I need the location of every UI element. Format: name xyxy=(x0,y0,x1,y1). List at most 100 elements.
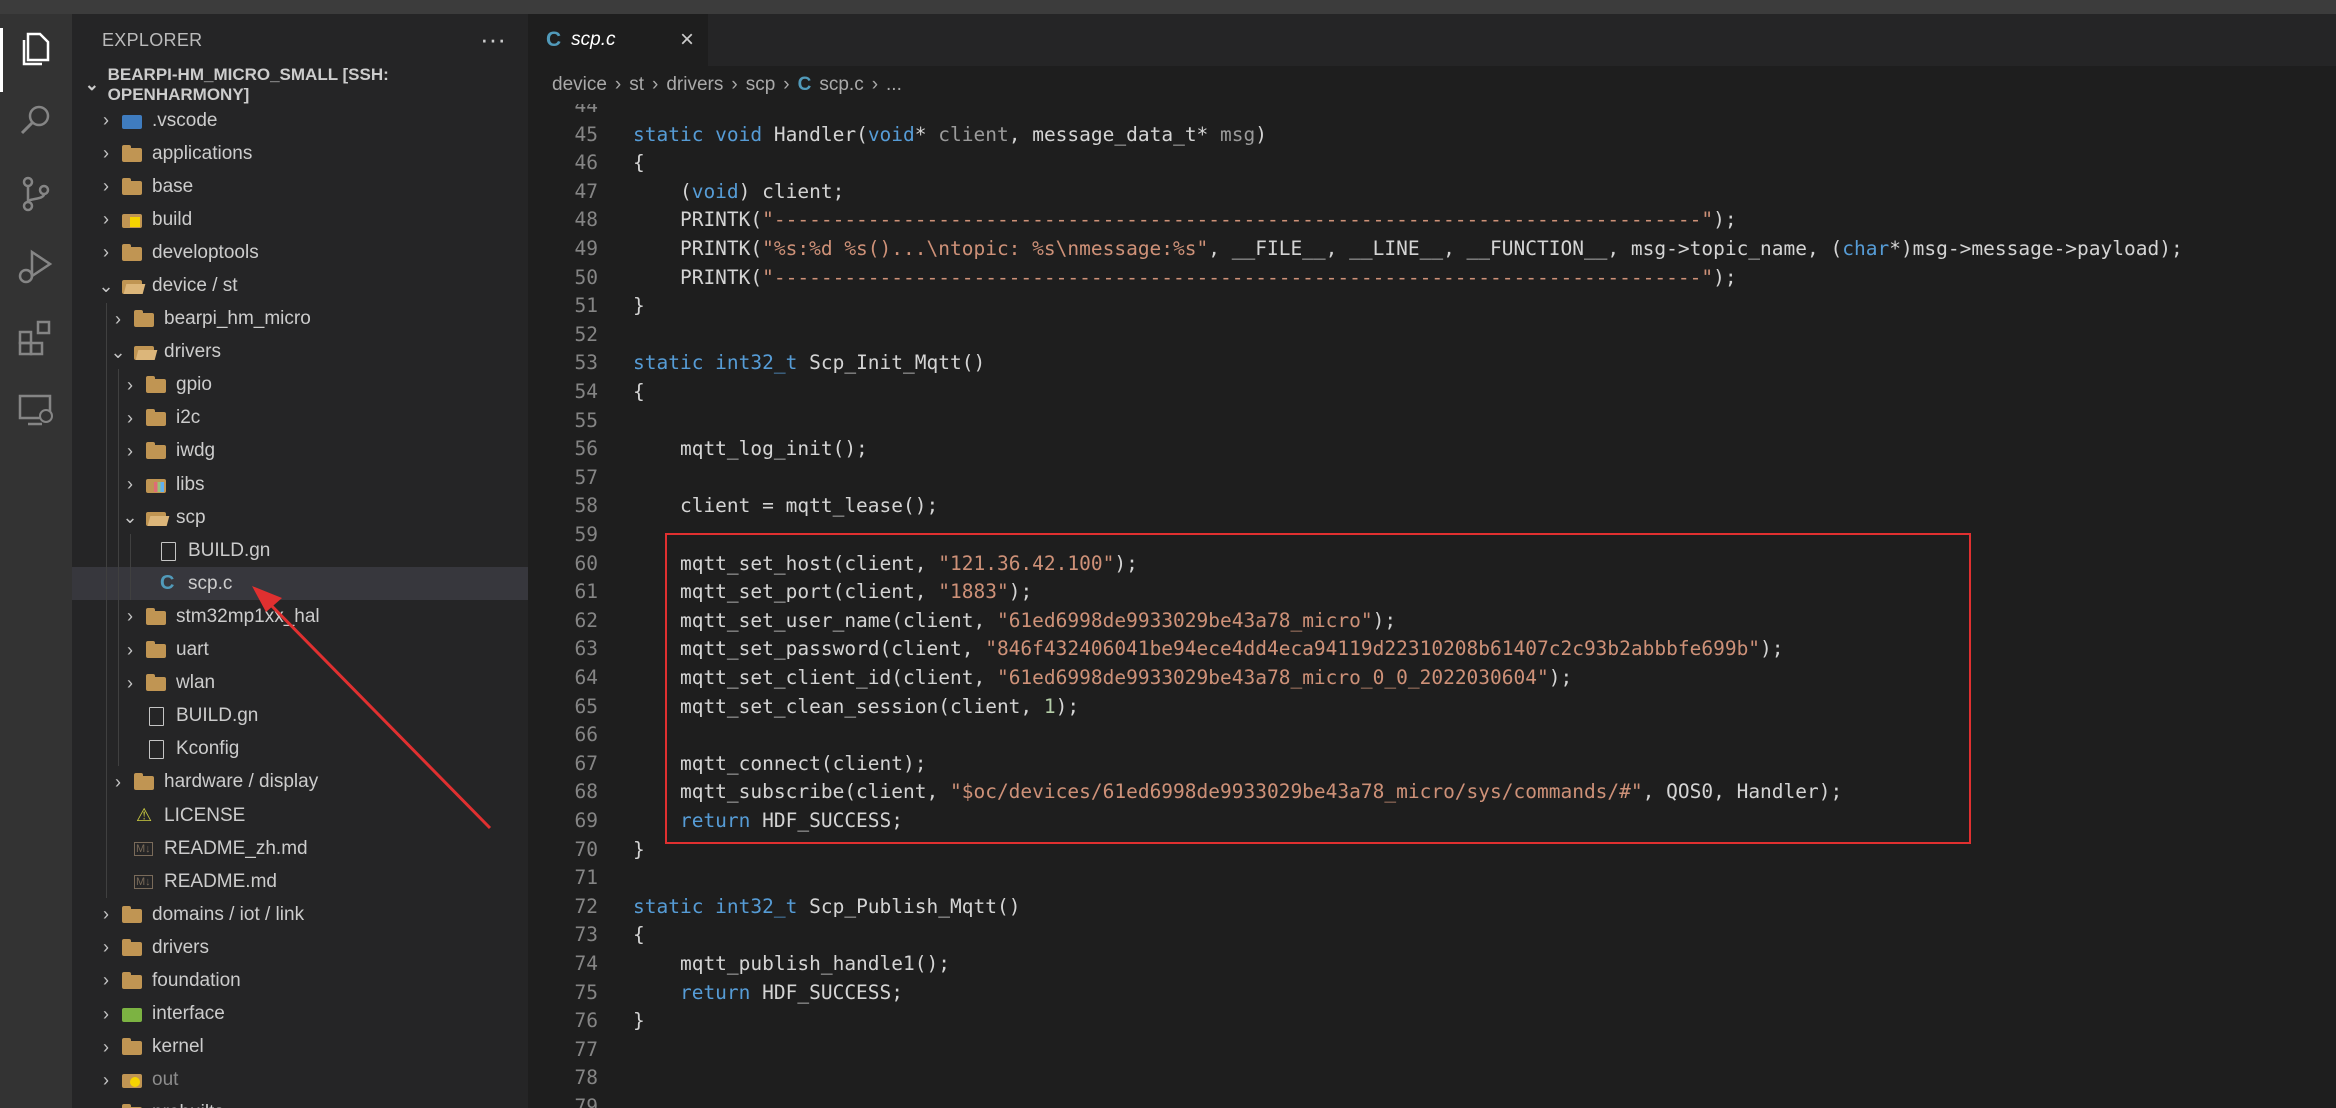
code-token: ); xyxy=(1760,637,1784,661)
chevron-down-icon: ⌄ xyxy=(98,275,114,296)
folder-icon xyxy=(134,310,156,328)
more-actions-icon[interactable]: ··· xyxy=(480,26,506,52)
breadcrumb-item[interactable]: device xyxy=(552,74,607,96)
indent-guide xyxy=(106,765,107,799)
remote-explorer-icon[interactable] xyxy=(14,388,58,432)
breadcrumb-symbols[interactable]: ... xyxy=(886,74,902,96)
tree-item-label: libs xyxy=(176,473,205,495)
code-editor[interactable]: 44 45 static void Handler(void* client, me… xyxy=(528,104,2336,1108)
indent-guide xyxy=(106,468,107,502)
tree-item[interactable]: › domains / iot / link xyxy=(72,898,528,931)
tree-item[interactable]: › drivers xyxy=(72,931,528,964)
indent-guide xyxy=(118,468,119,502)
files-icon[interactable] xyxy=(14,26,58,70)
tree-item[interactable]: › build xyxy=(72,203,528,236)
tree-item[interactable]: BUILD.gn xyxy=(72,534,528,568)
code-token: ( xyxy=(633,179,692,203)
tree-item[interactable]: › iwdg xyxy=(72,434,528,469)
code-token: mqtt_set_password(client, xyxy=(633,637,986,661)
code-token: PRINTK( xyxy=(633,208,763,232)
line-number: 76 xyxy=(574,1009,598,1033)
tree-item[interactable]: › bearpi_hm_micro xyxy=(72,302,528,336)
code-line: mqtt_set_password(client, "846f432406041… xyxy=(633,637,1784,660)
tab-scp-c[interactable]: C scp.c × xyxy=(528,14,708,66)
code-token: ); xyxy=(1713,208,1737,232)
tree-item-label: gpio xyxy=(176,374,212,396)
code-token: , QOS0, Handler); xyxy=(1642,780,1843,804)
code-token: mqtt_set_port(client, xyxy=(633,580,939,604)
tree-item[interactable]: › out xyxy=(72,1064,528,1097)
tree-item[interactable]: › wlan xyxy=(72,666,528,700)
tree-item[interactable]: scp.c xyxy=(72,567,528,601)
tree-item-label: applications xyxy=(152,142,253,164)
tree-item[interactable]: README_zh.md xyxy=(72,832,528,866)
tree-item[interactable]: › gpio xyxy=(72,368,528,402)
tree-item[interactable]: › .vscode xyxy=(72,104,528,137)
breadcrumb-file[interactable]: scp.c xyxy=(819,74,863,96)
tree-item[interactable]: ⌄ scp xyxy=(72,501,528,535)
extensions-icon[interactable] xyxy=(14,316,58,360)
tree-item[interactable]: BUILD.gn xyxy=(72,699,528,733)
chevron-right-icon: › xyxy=(871,74,879,95)
tree-item-label: bearpi_hm_micro xyxy=(164,308,311,330)
chevron-right-icon: › xyxy=(127,606,133,627)
tree-item[interactable]: README.md xyxy=(72,865,528,899)
line-number: 61 xyxy=(574,580,598,604)
tree-item[interactable]: › stm32mp1xx_hal xyxy=(72,600,528,634)
workspace-root[interactable]: ⌄ BEARPI-HM_MICRO_SMALL [SSH: OPENHARMON… xyxy=(72,65,528,104)
line-number: 67 xyxy=(574,751,598,775)
breadcrumb-item[interactable]: st xyxy=(629,74,644,96)
code-line: mqtt_set_host(client, "121.36.42.100"); xyxy=(633,552,1138,575)
code-token: { xyxy=(633,380,645,403)
vscode-icon xyxy=(122,112,144,130)
tree-item[interactable]: › prebuilts xyxy=(72,1097,528,1108)
line-number: 69 xyxy=(574,809,598,832)
breadcrumb-item[interactable]: scp xyxy=(746,74,776,96)
code-token: mqtt_log_init(); xyxy=(633,437,868,461)
chevron-right-icon: › xyxy=(115,308,121,329)
tree-item-label: scp xyxy=(176,506,206,528)
tree-item[interactable]: › foundation xyxy=(72,964,528,997)
indent-guide xyxy=(106,401,107,435)
tree-item[interactable]: LICENSE xyxy=(72,798,528,833)
code-line: } xyxy=(633,1009,645,1032)
tree-item[interactable]: › interface xyxy=(72,998,528,1031)
line-number: 62 xyxy=(574,608,598,632)
code-token: PRINTK( xyxy=(633,237,763,260)
folder-icon xyxy=(122,177,144,196)
tree-item[interactable]: › libs xyxy=(72,468,528,502)
chevron-right-icon: › xyxy=(127,440,133,461)
code-token: "---------------------------------------… xyxy=(762,208,1714,232)
line-number: 78 xyxy=(574,1066,598,1090)
source-control-icon[interactable] xyxy=(14,172,58,216)
search-icon[interactable] xyxy=(14,98,58,142)
indent-guide xyxy=(106,699,107,733)
tree-item[interactable]: › hardware / display xyxy=(72,765,528,799)
close-icon[interactable]: × xyxy=(680,26,694,54)
breadcrumb-item[interactable]: drivers xyxy=(666,74,723,96)
workspace-root-label: BEARPI-HM_MICRO_SMALL [SSH: OPENHARMONY] xyxy=(107,65,389,104)
tree-item[interactable]: Kconfig xyxy=(72,732,528,766)
tree-item[interactable]: › base xyxy=(72,170,528,203)
tree-item-label: README_zh.md xyxy=(164,837,308,859)
tree-item[interactable]: › developtools xyxy=(72,236,528,269)
code-line: (void) client; xyxy=(633,180,844,203)
chevron-right-icon: › xyxy=(96,1103,116,1108)
chevron-right-icon: › xyxy=(127,672,133,693)
folder-icon xyxy=(146,442,168,460)
tree-item[interactable]: › kernel xyxy=(72,1031,528,1064)
tree-item[interactable]: › i2c xyxy=(72,401,528,435)
indent-guide xyxy=(118,368,119,402)
indent-guide xyxy=(106,501,107,535)
tree-item[interactable]: ⌄ device / st xyxy=(72,269,528,302)
tree-item[interactable]: ⌄ drivers xyxy=(72,335,528,369)
tree-item-label: BUILD.gn xyxy=(188,539,271,561)
tree-item[interactable]: › applications xyxy=(72,137,528,170)
code-token: Scp_Init_Mqtt() xyxy=(809,351,986,375)
indent-guide xyxy=(106,302,107,336)
code-token: } xyxy=(633,837,645,861)
run-debug-icon[interactable] xyxy=(14,244,58,288)
tree-item-label: drivers xyxy=(152,936,210,958)
tree-item[interactable]: › uart xyxy=(72,633,528,667)
line-number: 60 xyxy=(574,551,598,575)
